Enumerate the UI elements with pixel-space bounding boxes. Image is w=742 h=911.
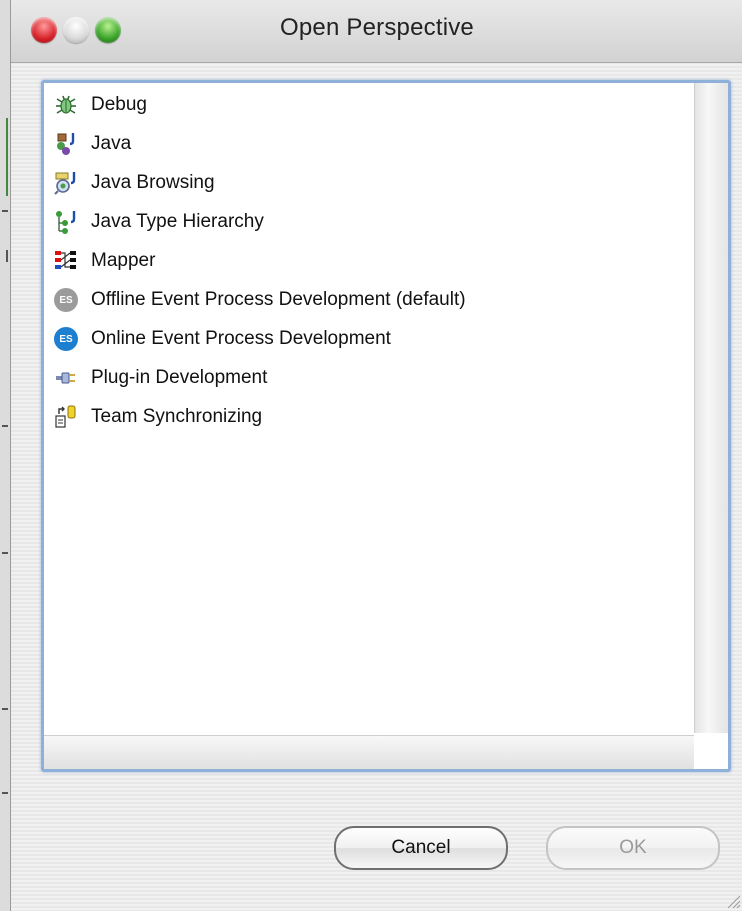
background-mark xyxy=(2,552,8,554)
resize-grip-icon[interactable] xyxy=(723,891,741,909)
plugin-icon xyxy=(52,364,80,392)
debug-icon xyxy=(52,91,80,119)
perspective-item-plugin-development[interactable]: Plug-in Development xyxy=(52,360,267,396)
open-perspective-dialog: Open Perspective Debug Java Java Browsin… xyxy=(10,0,742,911)
perspective-item-java-type-hierarchy[interactable]: Java Type Hierarchy xyxy=(52,204,264,240)
perspective-label: Java Type Hierarchy xyxy=(91,211,264,232)
perspective-list-box[interactable]: Debug Java Java Browsing Java Type Hiera… xyxy=(41,80,731,772)
perspective-label: Java Browsing xyxy=(91,172,215,193)
background-mark xyxy=(6,250,8,262)
es-gray-icon: ES xyxy=(52,286,80,314)
horizontal-scrollbar[interactable] xyxy=(44,735,694,769)
background-mark xyxy=(2,708,8,710)
title-bar[interactable]: Open Perspective xyxy=(11,0,742,63)
vertical-scrollbar[interactable] xyxy=(694,83,728,733)
perspective-label: Plug-in Development xyxy=(91,367,268,388)
scrollbar-corner xyxy=(695,736,728,769)
perspective-item-debug[interactable]: Debug xyxy=(52,87,147,123)
ok-button[interactable]: OK xyxy=(546,826,720,870)
perspective-item-java[interactable]: Java xyxy=(52,126,131,162)
team-sync-icon xyxy=(52,403,80,431)
perspective-label: Offline Event Process Development (defau… xyxy=(91,289,466,310)
es-gray-glyph: ES xyxy=(54,288,78,312)
java-type-hierarchy-icon xyxy=(52,208,80,236)
perspective-item-java-browsing[interactable]: Java Browsing xyxy=(52,165,215,201)
background-mark xyxy=(6,118,8,196)
window-title: Open Perspective xyxy=(280,14,474,41)
es-blue-icon: ES xyxy=(52,325,80,353)
es-blue-glyph: ES xyxy=(54,327,78,351)
perspective-label: Online Event Process Development xyxy=(91,328,391,349)
perspective-label: Mapper xyxy=(91,250,156,271)
java-browsing-icon xyxy=(52,169,80,197)
perspective-list[interactable]: Debug Java Java Browsing Java Type Hiera… xyxy=(44,83,692,733)
perspective-item-online-event-process[interactable]: ES Online Event Process Development xyxy=(52,321,391,357)
java-icon xyxy=(52,130,80,158)
background-mark xyxy=(2,210,8,212)
perspective-label: Team Synchronizing xyxy=(91,406,263,427)
perspective-label: Java xyxy=(91,133,132,154)
mapper-icon xyxy=(52,247,80,275)
perspective-item-offline-event-process[interactable]: ES Offline Event Process Development (de… xyxy=(52,282,466,318)
perspective-label: Debug xyxy=(91,94,147,115)
perspective-item-team-synchronizing[interactable]: Team Synchronizing xyxy=(52,399,262,435)
background-window-edge xyxy=(0,0,10,911)
perspective-item-mapper[interactable]: Mapper xyxy=(52,243,155,279)
cancel-button[interactable]: Cancel xyxy=(334,826,508,870)
background-mark xyxy=(2,792,8,794)
background-mark xyxy=(2,425,8,427)
